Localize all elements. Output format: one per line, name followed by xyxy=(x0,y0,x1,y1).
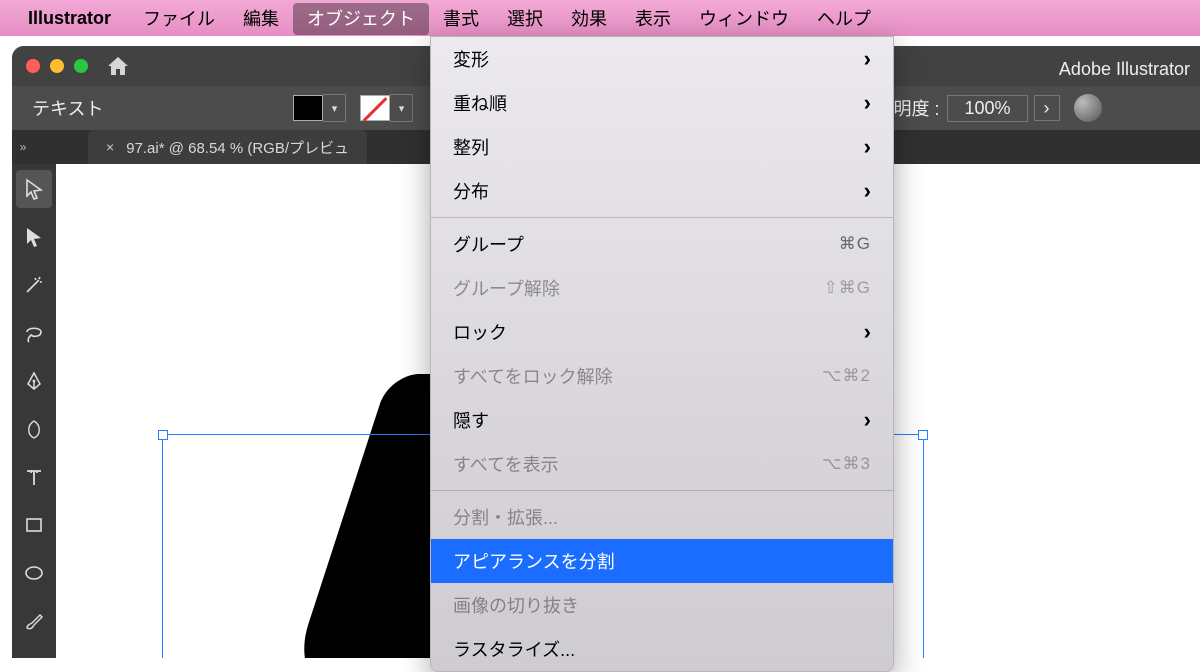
menu-separator xyxy=(431,217,893,218)
menu-item-label: 整列 xyxy=(453,134,856,160)
opacity-label: 明度 : xyxy=(893,95,939,121)
menu-item: すべてを表示⌥⌘3 xyxy=(431,442,893,486)
menu-item-label: ロック xyxy=(453,319,856,345)
paintbrush-tool[interactable] xyxy=(16,602,52,640)
opacity-step-icon[interactable]: › xyxy=(1034,95,1060,121)
menu-separator xyxy=(431,490,893,491)
control-mode-label: テキスト xyxy=(32,95,103,121)
opacity-field[interactable]: 100% xyxy=(947,95,1027,122)
mac-menubar: Illustrator ファイル編集オブジェクト書式選択効果表示ウィンドウヘルプ xyxy=(0,0,1200,36)
app-name-menu[interactable]: Illustrator xyxy=(28,8,111,29)
tool-panel xyxy=(12,164,56,658)
menu-item-label: 重ね順 xyxy=(453,90,856,116)
menu-item-4[interactable]: 選択 xyxy=(493,3,557,35)
close-tab-icon[interactable]: × xyxy=(106,139,114,155)
menu-item[interactable]: グループ⌘G xyxy=(431,222,893,266)
menu-item-0[interactable]: ファイル xyxy=(129,3,229,35)
selection-tool[interactable] xyxy=(16,170,52,208)
window-title: Adobe Illustrator xyxy=(1059,59,1190,80)
rectangle-tool[interactable] xyxy=(16,506,52,544)
document-tab-label: 97.ai* @ 68.54 % (RGB/プレビュ xyxy=(126,137,349,158)
menu-item[interactable]: 隠す xyxy=(431,398,893,442)
stroke-none-swatch[interactable] xyxy=(360,95,390,121)
menu-item[interactable]: 変形 xyxy=(431,37,893,81)
menu-shortcut: ⌘G xyxy=(839,234,871,254)
menu-item-label: すべてをロック解除 xyxy=(453,363,822,389)
selection-handle[interactable] xyxy=(918,430,928,440)
menu-item: 分割・拡張... xyxy=(431,495,893,539)
menu-item-6[interactable]: 表示 xyxy=(621,3,685,35)
stroke-dropdown-icon[interactable]: ▾ xyxy=(390,94,413,122)
menu-item-label: 変形 xyxy=(453,46,856,72)
menu-item[interactable]: ラスタライズ... xyxy=(431,627,893,671)
curvature-tool[interactable] xyxy=(16,410,52,448)
window-zoom-button[interactable] xyxy=(74,59,88,73)
window-traffic-lights xyxy=(26,59,88,73)
document-tab[interactable]: × 97.ai* @ 68.54 % (RGB/プレビュ xyxy=(88,130,367,164)
ellipse-tool[interactable] xyxy=(16,554,52,592)
menu-item-label: グループ解除 xyxy=(453,275,824,301)
menu-item-label: 画像の切り抜き xyxy=(453,592,871,618)
menu-shortcut: ⌥⌘3 xyxy=(822,454,871,474)
fill-color-swatch[interactable] xyxy=(293,95,323,121)
menu-item-3[interactable]: 書式 xyxy=(429,3,493,35)
menu-item-label: アピアランスを分割 xyxy=(453,548,871,574)
menu-item-label: グループ xyxy=(453,231,839,257)
menu-item-7[interactable]: ウィンドウ xyxy=(685,3,803,35)
panel-expand-icon[interactable]: » xyxy=(12,130,34,164)
menu-item[interactable]: アピアランスを分割 xyxy=(431,539,893,583)
menu-item-label: 分割・拡張... xyxy=(453,504,871,530)
menu-item-2[interactable]: オブジェクト xyxy=(293,3,429,35)
menu-item[interactable]: 整列 xyxy=(431,125,893,169)
menu-item-label: 分布 xyxy=(453,178,856,204)
menu-item-label: 隠す xyxy=(453,407,856,433)
menu-item-label: すべてを表示 xyxy=(453,451,822,477)
menu-item-label: ラスタライズ... xyxy=(453,636,871,662)
menu-item: 画像の切り抜き xyxy=(431,583,893,627)
object-menu-dropdown: 変形重ね順整列分布グループ⌘Gグループ解除⇧⌘Gロックすべてをロック解除⌥⌘2隠… xyxy=(430,36,894,672)
fill-swatch-group: ▾ ▾ xyxy=(293,94,413,122)
pen-tool[interactable] xyxy=(16,362,52,400)
menu-item-8[interactable]: ヘルプ xyxy=(803,3,885,35)
magic-wand-tool[interactable] xyxy=(16,266,52,304)
menu-item[interactable]: 重ね順 xyxy=(431,81,893,125)
selection-handle[interactable] xyxy=(158,430,168,440)
menu-item-5[interactable]: 効果 xyxy=(557,3,621,35)
menu-item: グループ解除⇧⌘G xyxy=(431,266,893,310)
color-wheel-icon[interactable] xyxy=(1074,94,1102,122)
menu-item: すべてをロック解除⌥⌘2 xyxy=(431,354,893,398)
type-tool[interactable] xyxy=(16,458,52,496)
menu-shortcut: ⌥⌘2 xyxy=(822,366,871,386)
window-minimize-button[interactable] xyxy=(50,59,64,73)
fill-dropdown-icon[interactable]: ▾ xyxy=(323,94,346,122)
home-icon[interactable] xyxy=(106,55,130,77)
menu-item[interactable]: 分布 xyxy=(431,169,893,213)
menu-shortcut: ⇧⌘G xyxy=(824,278,871,298)
menu-item-1[interactable]: 編集 xyxy=(229,3,293,35)
direct-selection-tool[interactable] xyxy=(16,218,52,256)
window-close-button[interactable] xyxy=(26,59,40,73)
lasso-tool[interactable] xyxy=(16,314,52,352)
menu-item[interactable]: ロック xyxy=(431,310,893,354)
